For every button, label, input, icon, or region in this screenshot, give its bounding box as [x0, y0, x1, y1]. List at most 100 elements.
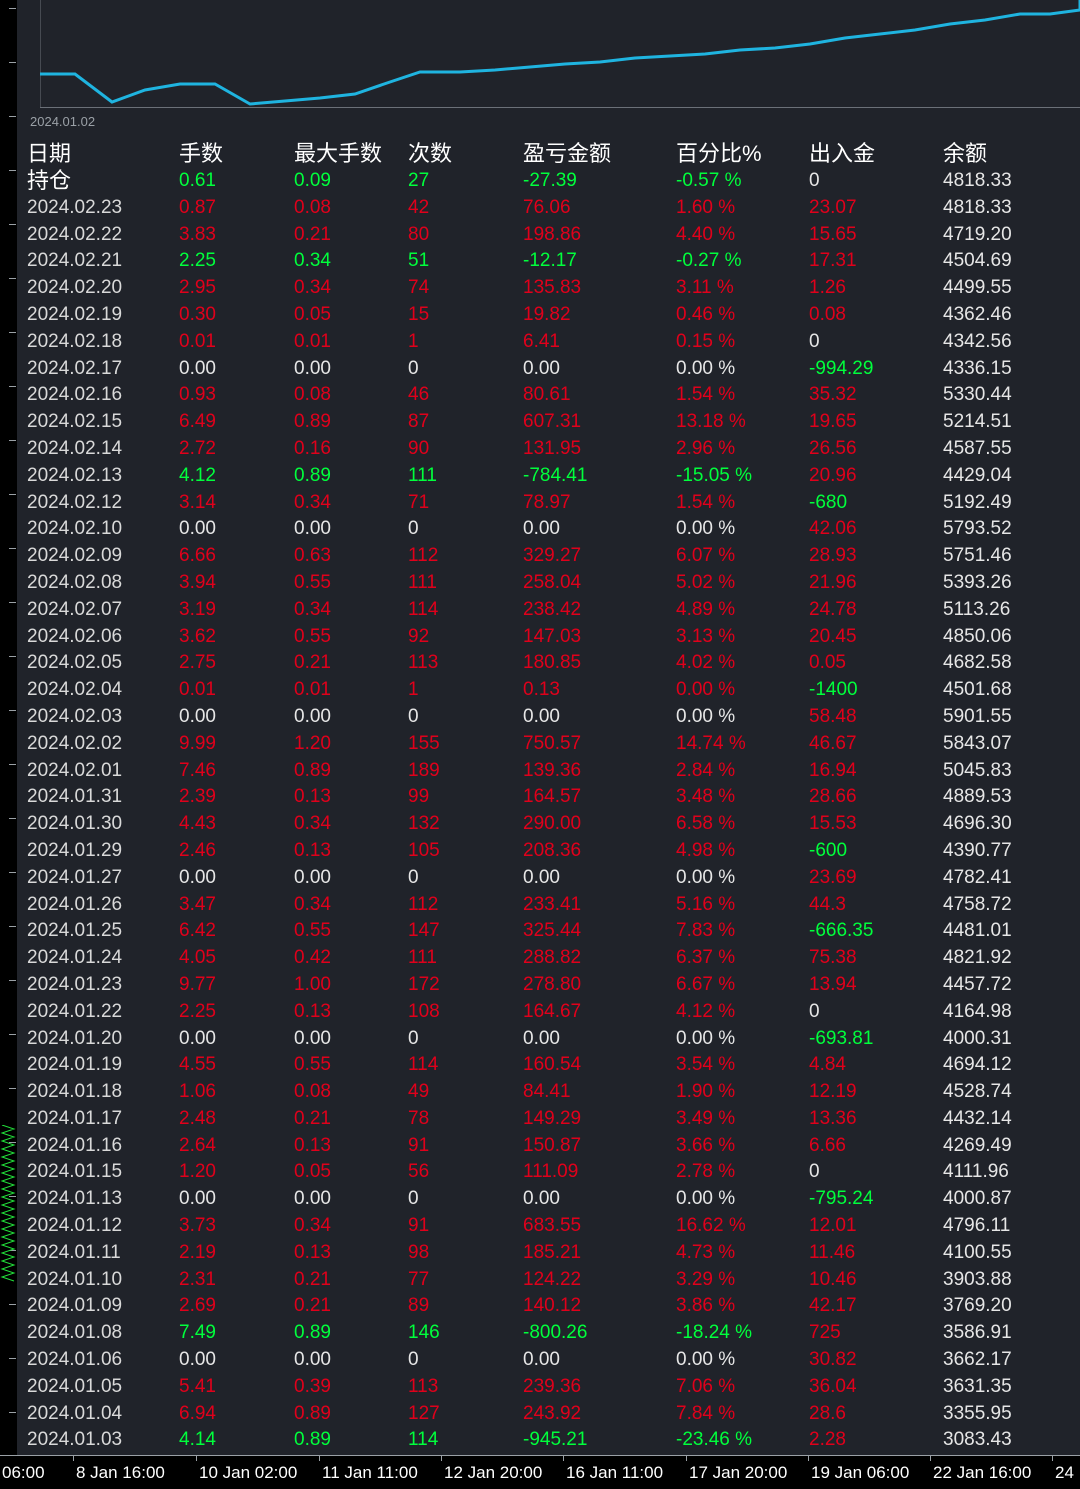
cell-percent: 6.07 % [676, 545, 736, 567]
cell-pnl: 135.83 [523, 277, 582, 299]
cell-date: 2024.02.03 [27, 705, 123, 727]
time-axis-tick [563, 1456, 564, 1461]
cell-count: 0 [408, 1027, 419, 1049]
cell-percent: 5.02 % [676, 571, 736, 593]
cell-cash-flow: 0 [809, 170, 820, 191]
cell-max-lots: 0.55 [294, 571, 331, 593]
cell-count: 27 [408, 170, 430, 191]
cell-pnl: 198.86 [523, 223, 582, 245]
cell-cash-flow: 24.78 [809, 598, 857, 620]
cell-count: 172 [408, 973, 440, 995]
cell-pnl: 750.57 [523, 732, 582, 754]
cell-balance: 4796.11 [943, 1215, 1011, 1237]
cell-cash-flow: 0 [809, 1161, 820, 1183]
table-row: 2024.01.31 2.39 0.13 99 164.57 3.48 % 28.66 488… [27, 784, 1053, 811]
cell-balance: 4501.68 [943, 679, 1012, 701]
cell-max-lots: 0.34 [294, 893, 331, 915]
cell-percent: 7.06 % [676, 1375, 736, 1397]
cell-date: 2024.02.10 [27, 518, 123, 540]
cell-pnl: 0.00 [523, 357, 560, 379]
cell-percent: 4.98 % [676, 839, 736, 861]
time-axis-tick [196, 1456, 197, 1461]
table-row: 2024.02.18 0.01 0.01 1 6.41 0.15 % 0 4342.56 [27, 329, 1053, 356]
cell-date: 持仓 [27, 168, 72, 193]
cell-max-lots: 0.00 [294, 518, 331, 540]
cell-balance: 4758.72 [943, 893, 1012, 915]
cell-max-lots: 0.42 [294, 947, 331, 969]
cell-pnl: 164.67 [523, 1000, 582, 1022]
cell-count: 98 [408, 1241, 430, 1263]
time-axis-tick [73, 1456, 74, 1461]
cell-pnl: 164.57 [523, 786, 582, 808]
time-axis-tick [1052, 1456, 1053, 1461]
cell-percent: 7.84 % [676, 1402, 736, 1424]
table-row: 2024.02.19 0.30 0.05 15 19.82 0.46 % 0.08 4362.… [27, 302, 1053, 329]
cell-count: 111 [408, 947, 437, 969]
cell-pnl: 278.80 [523, 973, 582, 995]
cell-cash-flow: 13.36 [809, 1107, 857, 1129]
cell-cash-flow: -600 [809, 839, 848, 861]
cell-date: 2024.01.06 [27, 1349, 123, 1371]
time-axis-label: 12 Jan 20:00 [444, 1463, 543, 1482]
cell-count: 51 [408, 250, 430, 272]
cell-count: 132 [408, 813, 440, 835]
cell-percent: 6.67 % [676, 973, 736, 995]
cell-balance: 4821.92 [943, 947, 1012, 969]
cell-max-lots: 1.20 [294, 732, 331, 754]
cell-percent: 0.15 % [676, 330, 736, 352]
cell-max-lots: 0.13 [294, 1241, 331, 1263]
cell-max-lots: 0.34 [294, 491, 331, 513]
cell-balance: 4457.72 [943, 973, 1012, 995]
cell-percent: 0.00 % [676, 1188, 736, 1210]
cell-balance: 4000.31 [943, 1027, 1012, 1049]
price-scale-tick [9, 1358, 16, 1359]
cell-count: 114 [408, 1429, 439, 1451]
price-scale-tick [9, 764, 16, 765]
cell-pnl: -12.17 [523, 250, 577, 272]
cell-max-lots: 0.21 [294, 1295, 331, 1317]
cell-lots: 9.77 [179, 973, 216, 995]
equity-curve-svg [40, 0, 1080, 108]
cell-count: 0 [408, 705, 419, 727]
cell-pnl: 6.41 [523, 330, 560, 352]
cell-percent: 1.90 % [676, 1081, 736, 1103]
table-row: 2024.01.11 2.19 0.13 98 185.21 4.73 % 11.46 410… [27, 1240, 1053, 1267]
cell-cash-flow: 28.6 [809, 1402, 846, 1424]
cell-count: 108 [408, 1000, 440, 1022]
table-row: 2024.01.25 6.42 0.55 147 325.44 7.83 % -666.35… [27, 918, 1053, 945]
time-axis-label: 24 [1055, 1463, 1074, 1482]
cell-cash-flow: 0 [809, 330, 820, 352]
cell-count: 105 [408, 839, 440, 861]
cell-balance: 4342.56 [943, 330, 1012, 352]
cell-balance: 5330.44 [943, 384, 1012, 406]
price-scale-tick [9, 170, 16, 171]
table-row: 2024.01.10 2.31 0.21 77 124.22 3.29 % 10.46 390… [27, 1267, 1053, 1294]
cell-balance: 4481.01 [943, 920, 1012, 942]
cell-count: 155 [408, 732, 440, 754]
cell-date: 2024.02.22 [27, 223, 123, 245]
cell-pnl: 208.36 [523, 839, 582, 861]
cell-pnl: 131.95 [523, 437, 582, 459]
cell-lots: 4.43 [179, 813, 216, 835]
price-scale-tick [9, 440, 16, 441]
cell-cash-flow: 44.3 [809, 893, 846, 915]
cell-date: 2024.02.15 [27, 411, 123, 433]
cell-date: 2024.02.01 [27, 759, 123, 781]
cell-balance: 4694.12 [943, 1054, 1012, 1076]
cell-lots: 2.95 [179, 277, 216, 299]
table-row: 2024.02.09 6.66 0.63 112 329.27 6.07 % 28.93 57… [27, 543, 1053, 570]
cell-percent: 16.62 % [676, 1215, 746, 1237]
cell-cash-flow: 13.94 [809, 973, 857, 995]
table-row: 2024.02.05 2.75 0.21 113 180.85 4.02 % 0.05 468… [27, 650, 1053, 677]
cell-lots: 4.05 [179, 947, 216, 969]
cell-balance: 3769.20 [943, 1295, 1012, 1317]
price-scale-tick [9, 548, 16, 549]
cell-balance: 3355.95 [943, 1402, 1012, 1424]
cell-balance: 4499.55 [943, 277, 1012, 299]
table-row: 2024.01.13 0.00 0.00 0 0.00 0.00 % -795.24 4000… [27, 1186, 1053, 1213]
cell-cash-flow: 0 [809, 1000, 820, 1022]
table-row: 2024.02.04 0.01 0.01 1 0.13 0.00 % -1400 4501.6… [27, 677, 1053, 704]
cell-balance: 5214.51 [943, 411, 1012, 433]
cell-balance: 4390.77 [943, 839, 1012, 861]
cell-date: 2024.01.26 [27, 893, 123, 915]
